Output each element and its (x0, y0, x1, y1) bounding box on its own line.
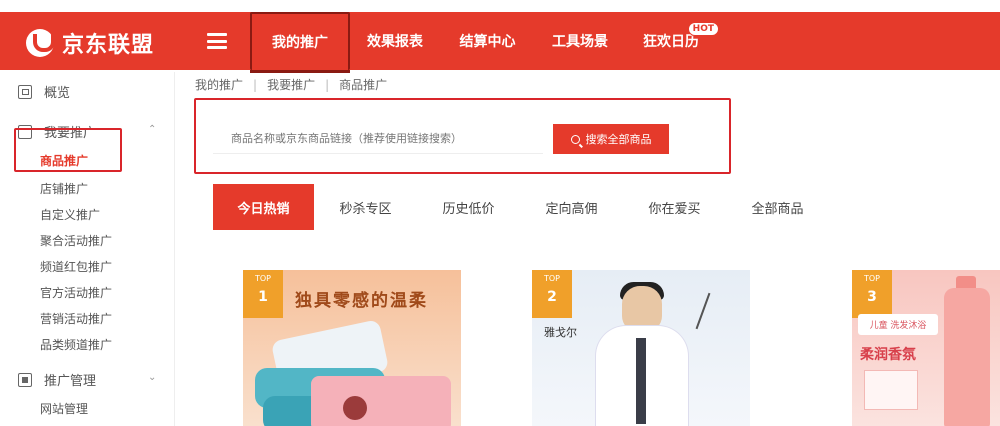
tie-image (636, 338, 646, 424)
rank-badge: TOP 3 (852, 270, 892, 318)
bottle-image (944, 288, 990, 426)
search-icon (570, 134, 580, 144)
nav-label: 工具场景 (552, 34, 608, 50)
breadcrumb-item[interactable]: 我的推广 (195, 76, 243, 93)
sidebar-item-channel-promo[interactable]: 品类频道推广 (40, 336, 112, 353)
nav-label: 效果报表 (367, 34, 423, 50)
sidebar-item-overview[interactable]: 概览 (18, 82, 70, 101)
rank-badge: TOP 1 (243, 270, 283, 318)
tab-history-low[interactable]: 历史低价 (417, 184, 520, 230)
breadcrumb: 我的推广 | 我要推广 | 商品推广 (195, 76, 388, 93)
tab-all-products[interactable]: 全部商品 (726, 184, 829, 230)
monitor-icon (18, 84, 32, 99)
sidebar-item-redpacket-promo[interactable]: 频道红包推广 (40, 258, 112, 275)
wipes-pack-image (311, 376, 451, 426)
product-box-image (864, 370, 918, 410)
rank-badge: TOP 2 (532, 270, 572, 318)
product-label: 儿童 洗发沐浴 (858, 314, 938, 335)
signature-mark (695, 292, 711, 330)
product-card[interactable]: TOP 2 雅戈尔 (532, 270, 750, 426)
tab-seckill[interactable]: 秒杀专区 (314, 184, 417, 230)
nav-settlement[interactable]: 结算中心 (440, 12, 535, 70)
hot-badge: HOT (687, 22, 719, 36)
nav-label: 我的推广 (272, 35, 328, 51)
sidebar-item-official-promo[interactable]: 官方活动推广 (40, 284, 112, 301)
tab-hot-today[interactable]: 今日热销 (213, 184, 314, 230)
nav-carnival-calendar[interactable]: 狂欢日历 HOT (625, 12, 719, 70)
search-input[interactable] (213, 124, 543, 154)
sidebar-item-custom-promo[interactable]: 自定义推广 (40, 206, 100, 223)
sidebar-item-label: 推广管理 (44, 374, 97, 389)
product-tabs: 今日热销 秒杀专区 历史低价 定向高佣 你在爱买 全部商品 (213, 184, 829, 230)
logo-text: 京东联盟 (62, 33, 155, 58)
product-banner-text: 独具零感的温柔 (295, 291, 428, 311)
main-nav: 我的推广 效果报表 结算中心 工具场景 狂欢日历 HOT (250, 12, 719, 73)
sidebar-item-aggregate-promo[interactable]: 聚合活动推广 (40, 232, 112, 249)
breadcrumb-item-current: 商品推广 (339, 78, 388, 92)
sidebar-item-shop-promo[interactable]: 店铺推广 (40, 180, 88, 197)
product-brand: 雅戈尔 (544, 326, 577, 339)
product-card[interactable]: TOP 3 儿童 洗发沐浴 柔润香氛 (852, 270, 1000, 426)
sidebar-item-label: 概览 (44, 86, 71, 101)
sidebar-item-product-promo[interactable]: 商品推广 (40, 152, 88, 169)
search-button-label: 搜索全部商品 (585, 133, 652, 146)
sidebar-item-site-manage[interactable]: 网站管理 (40, 400, 88, 417)
breadcrumb-item[interactable]: 我要推广 (267, 76, 315, 93)
sidebar-item-marketing-promo[interactable]: 营销活动推广 (40, 310, 112, 327)
tab-you-buy[interactable]: 你在爱买 (623, 184, 726, 230)
menu-icon[interactable] (207, 33, 227, 49)
jd-logo-icon (26, 29, 55, 57)
tab-high-commission[interactable]: 定向高佣 (520, 184, 623, 230)
product-title: 柔润香氛 (860, 347, 916, 363)
chevron-up-icon[interactable]: ⌃ (148, 124, 156, 135)
product-card[interactable]: TOP 1 独具零感的温柔 (243, 270, 461, 426)
sidebar-item-promo-manage[interactable]: 推广管理 (18, 370, 96, 389)
nav-reports[interactable]: 效果报表 (350, 12, 440, 70)
jd-union-logo[interactable]: 京东联盟 (26, 27, 154, 59)
nav-my-promotion[interactable]: 我的推广 (250, 12, 350, 73)
nav-label: 结算中心 (459, 34, 516, 50)
grid-icon (18, 372, 32, 387)
chevron-down-icon[interactable]: ⌄ (148, 372, 156, 383)
nav-tools[interactable]: 工具场景 (535, 12, 625, 70)
pack-logo (343, 396, 367, 420)
search-all-button[interactable]: 搜索全部商品 (553, 124, 669, 154)
